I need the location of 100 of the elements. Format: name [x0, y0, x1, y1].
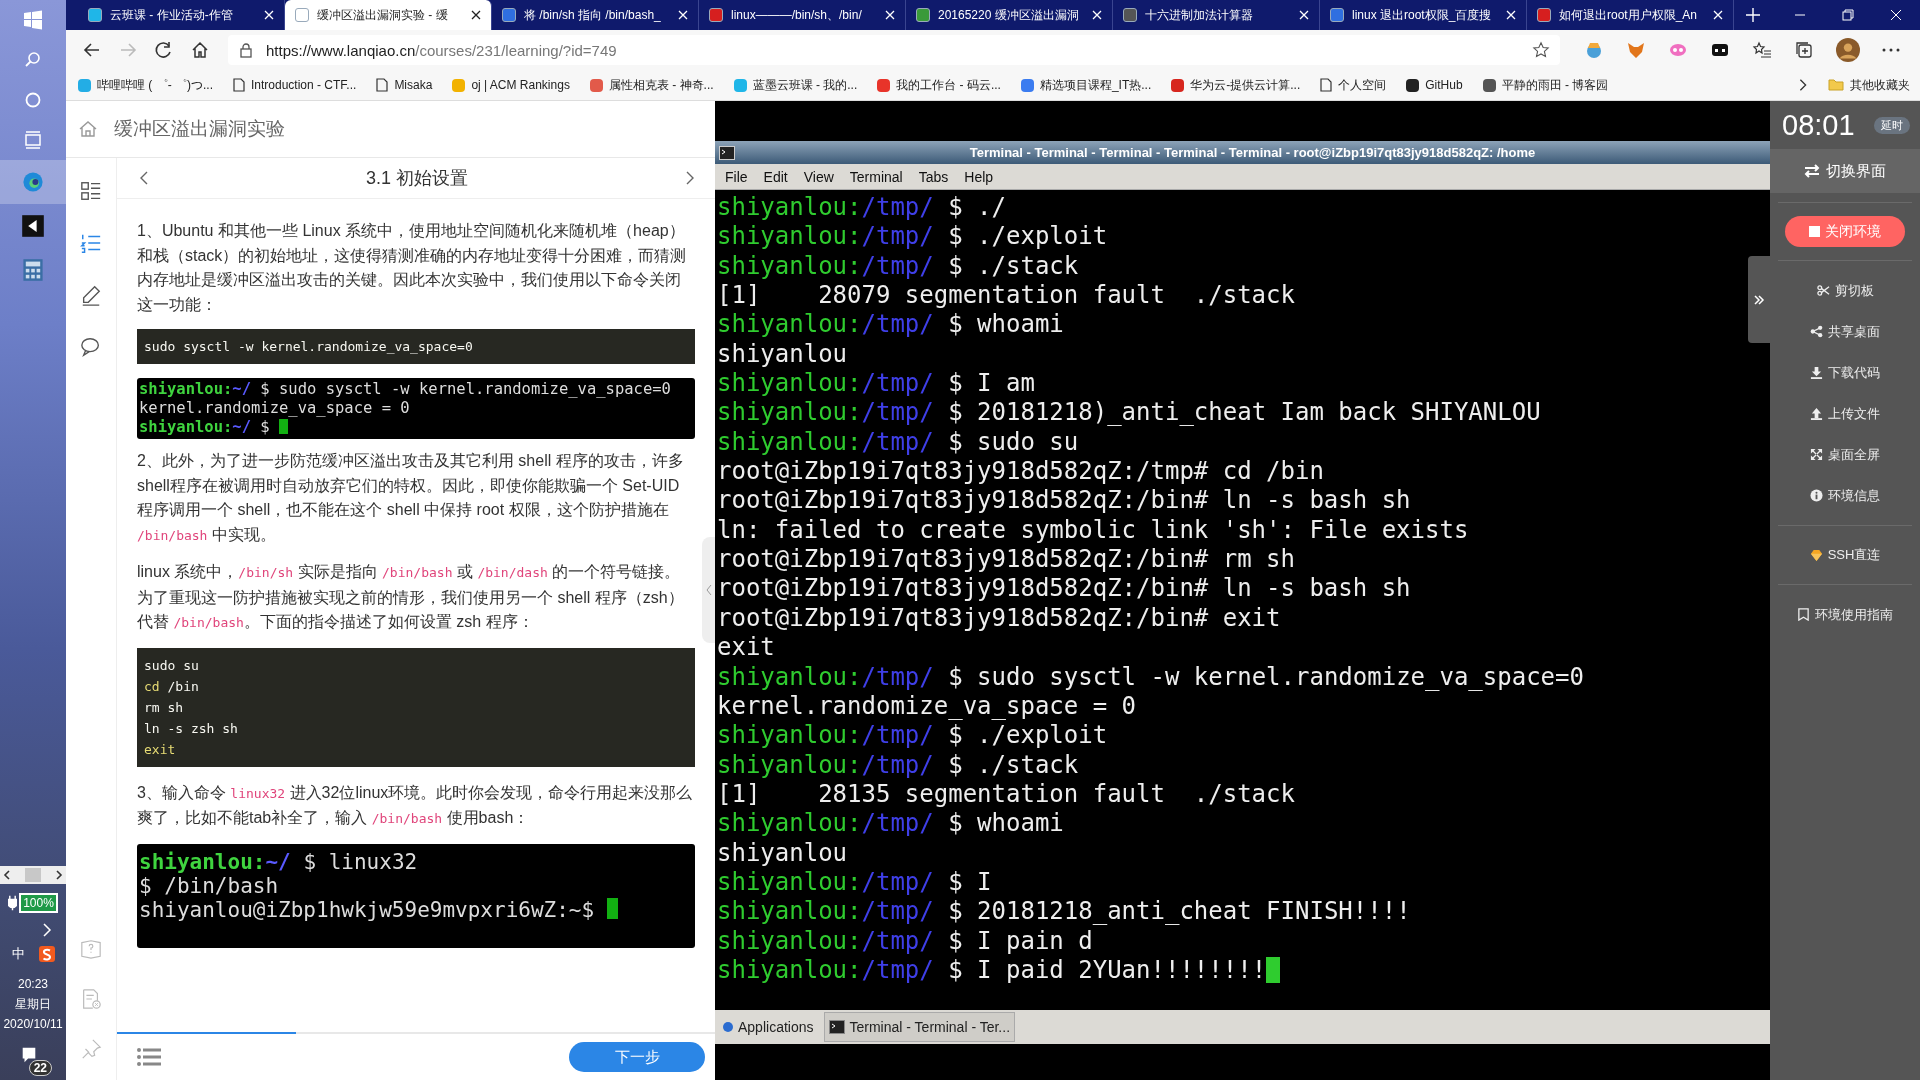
collapse-handle[interactable] — [702, 537, 715, 643]
clock-weekday[interactable]: 星期日 — [15, 996, 51, 1013]
clock-time[interactable]: 20:23 — [18, 976, 48, 993]
outline-icon[interactable] — [80, 180, 102, 202]
terminal-line: shiyanlou:/tmp/ $ ./exploit — [717, 721, 1108, 751]
terminal-line: [1] 28079 segmentation fault ./stack — [717, 281, 1295, 311]
fullscreen-icon — [1810, 448, 1823, 461]
terminal-line: shiyanlou:/tmp/ $ I am — [717, 369, 1035, 399]
taskbar-window[interactable]: Terminal - Terminal - Ter... — [823, 1012, 1016, 1042]
swap-icon — [1804, 164, 1820, 178]
menu-item[interactable]: File — [725, 168, 748, 185]
more-icon[interactable] — [1882, 48, 1900, 52]
terminal-line: shiyanlou:/tmp/ $ 20181218)_anti_cheat Iam back SHIYANLOU — [717, 398, 1541, 428]
avatar-icon[interactable] — [1836, 38, 1860, 62]
site-icon — [1330, 8, 1344, 22]
paragraph: 1、Ubuntu 和其他一些 Linux 系统中，使用地址空间随机化来随机堆（heap）和栈（stack）的初始地址，这使得猜测准确的内存地址变得十分困难，而猜测内存地址是缓冲区溢出攻击的关键。因此本次实验中，我们使用以下命令关闭这一功能： — [137, 221, 688, 315]
new-tab-icon[interactable] — [1746, 8, 1760, 22]
sidebar-tool[interactable]: 剪切板 — [1770, 270, 1920, 311]
expand-handle[interactable] — [1748, 256, 1770, 343]
menu-item[interactable]: Edit — [763, 168, 788, 185]
terminal-line: root@iZbp19i7qt83jy918d582qZ:/bin# ln -s bash sh — [717, 574, 1411, 604]
document-icon — [233, 78, 245, 92]
next-icon[interactable] — [685, 170, 695, 186]
previous-icon[interactable] — [139, 170, 149, 186]
bookmark[interactable]: 我的工作台 - 码云... — [877, 76, 1001, 94]
site-icon — [1171, 78, 1185, 92]
bookmark[interactable]: 精选项目课程_IT热... — [1020, 76, 1152, 94]
bookmark[interactable]: 个人空间 — [1320, 76, 1387, 94]
site-icon — [733, 78, 747, 92]
refresh-icon[interactable] — [154, 40, 174, 60]
menu-item[interactable]: Help — [964, 168, 994, 185]
site-icon — [916, 8, 930, 22]
ssh-button[interactable]: SSH直连 — [1770, 535, 1920, 575]
menu-item[interactable]: Tabs — [918, 168, 949, 185]
terminal-line: shiyanlou:/tmp/ $ ./stack — [717, 251, 1079, 282]
bookmark[interactable]: Misaka — [376, 78, 433, 92]
terminal-screenshot: shiyanlou:~/ $ linux32 $ /bin/bash shiyanlou@iZbp1hwkjw59e9mvpxri6wZ:~$ — [137, 843, 695, 948]
extend-button[interactable]: 延时 — [1874, 116, 1910, 134]
site-icon — [1123, 8, 1137, 22]
switch-view-button[interactable]: 切换界面 — [1770, 149, 1920, 193]
sidebar-tool[interactable]: 共享桌面 — [1770, 311, 1920, 352]
list-icon[interactable] — [137, 1047, 161, 1067]
clock-date[interactable]: 2020/10/11 — [3, 1016, 63, 1033]
applications-menu[interactable]: Applications — [719, 1013, 818, 1041]
collections-icon[interactable] — [1794, 40, 1814, 60]
address-field[interactable]: https://www.lanqiao.cn/courses/231/learning/?id=749 — [228, 35, 1560, 65]
bookmark[interactable]: 属性相克表 - 神奇... — [589, 76, 714, 94]
sidebar-tool[interactable]: 桌面全屏 — [1770, 434, 1920, 475]
terminal-line: root@iZbp19i7qt83jy918d582qZ:/tmp# cd /bin — [717, 457, 1324, 487]
bookmark[interactable]: Introduction - CTF... — [233, 78, 357, 92]
menu-item[interactable]: View — [803, 168, 834, 185]
restore-icon[interactable] — [1842, 9, 1854, 21]
site-icon — [88, 8, 102, 22]
star-icon[interactable] — [1532, 41, 1550, 59]
numbered-list-icon[interactable] — [80, 232, 102, 254]
task-view-icon[interactable] — [23, 130, 43, 150]
chevron-icon[interactable] — [1798, 78, 1808, 92]
pencil-icon[interactable] — [80, 284, 102, 306]
bookmark[interactable]: oj | ACM Rankings — [452, 78, 570, 92]
bookmark-folder[interactable]: 其他收藏夹 — [1828, 76, 1910, 94]
windows-icon[interactable] — [23, 10, 43, 30]
s-logo-icon[interactable] — [38, 946, 55, 962]
terminal-line: shiyanlou:/tmp/ $ I — [717, 867, 992, 898]
menu-item[interactable]: Terminal — [849, 168, 903, 185]
scrollbar[interactable] — [0, 866, 66, 884]
terminal-line: shiyanlou:/tmp/ $ whoami — [717, 310, 1064, 340]
fox-icon[interactable] — [1626, 40, 1646, 60]
bookmark[interactable]: 蓝墨云班课 - 我的... — [733, 76, 858, 94]
battery-level[interactable]: 100% — [19, 893, 58, 913]
sidebar-tool[interactable]: 下载代码 — [1770, 352, 1920, 393]
input-method[interactable]: 中 — [11, 945, 25, 963]
site-icon — [502, 8, 516, 22]
plug-icon — [8, 895, 18, 911]
terminal-line: shiyanlou:/tmp/ $ 20181218_anti_cheat FINISH!!!! — [717, 897, 1411, 927]
sidebar-tool[interactable]: 环境信息 — [1770, 475, 1920, 516]
circle-icon[interactable] — [23, 90, 43, 110]
chat-icon[interactable] — [80, 336, 102, 358]
bookmark[interactable]: GitHub — [1406, 78, 1463, 92]
next-step-button[interactable]: 下一步 — [569, 1042, 705, 1072]
site-icon — [1482, 78, 1496, 92]
course-title: 缓冲区溢出漏洞实验 — [114, 117, 285, 141]
code-block: sudo sysctl -w kernel.randomize_va_space=0 — [137, 329, 695, 364]
home-icon[interactable] — [190, 40, 210, 60]
bookmark[interactable]: 哔哩哔哩 ( ゜- ゜)つ... — [78, 76, 213, 94]
bookmark[interactable]: 平静的雨田 - 博客园 — [1482, 76, 1609, 94]
bookmark[interactable]: 华为云-提供云计算... — [1171, 76, 1301, 94]
document-icon — [376, 78, 389, 92]
site-icon — [452, 78, 466, 92]
share-icon — [1810, 325, 1823, 338]
terminal-screenshot: shiyanlou:~/ $ sudo sysctl -w kernel.randomize_va_space=0 kernel.randomize_va_space = 0 shiyanlou:~/ $ — [137, 378, 695, 439]
diamond-icon — [1809, 548, 1823, 562]
close-icon[interactable] — [471, 10, 481, 20]
sidebar-tool[interactable]: 上传文件 — [1770, 393, 1920, 434]
site-icon — [1406, 78, 1420, 92]
favorites-icon[interactable] — [1752, 40, 1772, 60]
guide-link[interactable]: 环境使用指南 — [1770, 594, 1920, 635]
site-icon — [709, 8, 723, 22]
browser-tab[interactable]: 缓冲区溢出漏洞实验 - 缓 — [285, 0, 492, 30]
site-icon — [877, 78, 891, 92]
notification-icon[interactable] — [20, 1046, 38, 1064]
